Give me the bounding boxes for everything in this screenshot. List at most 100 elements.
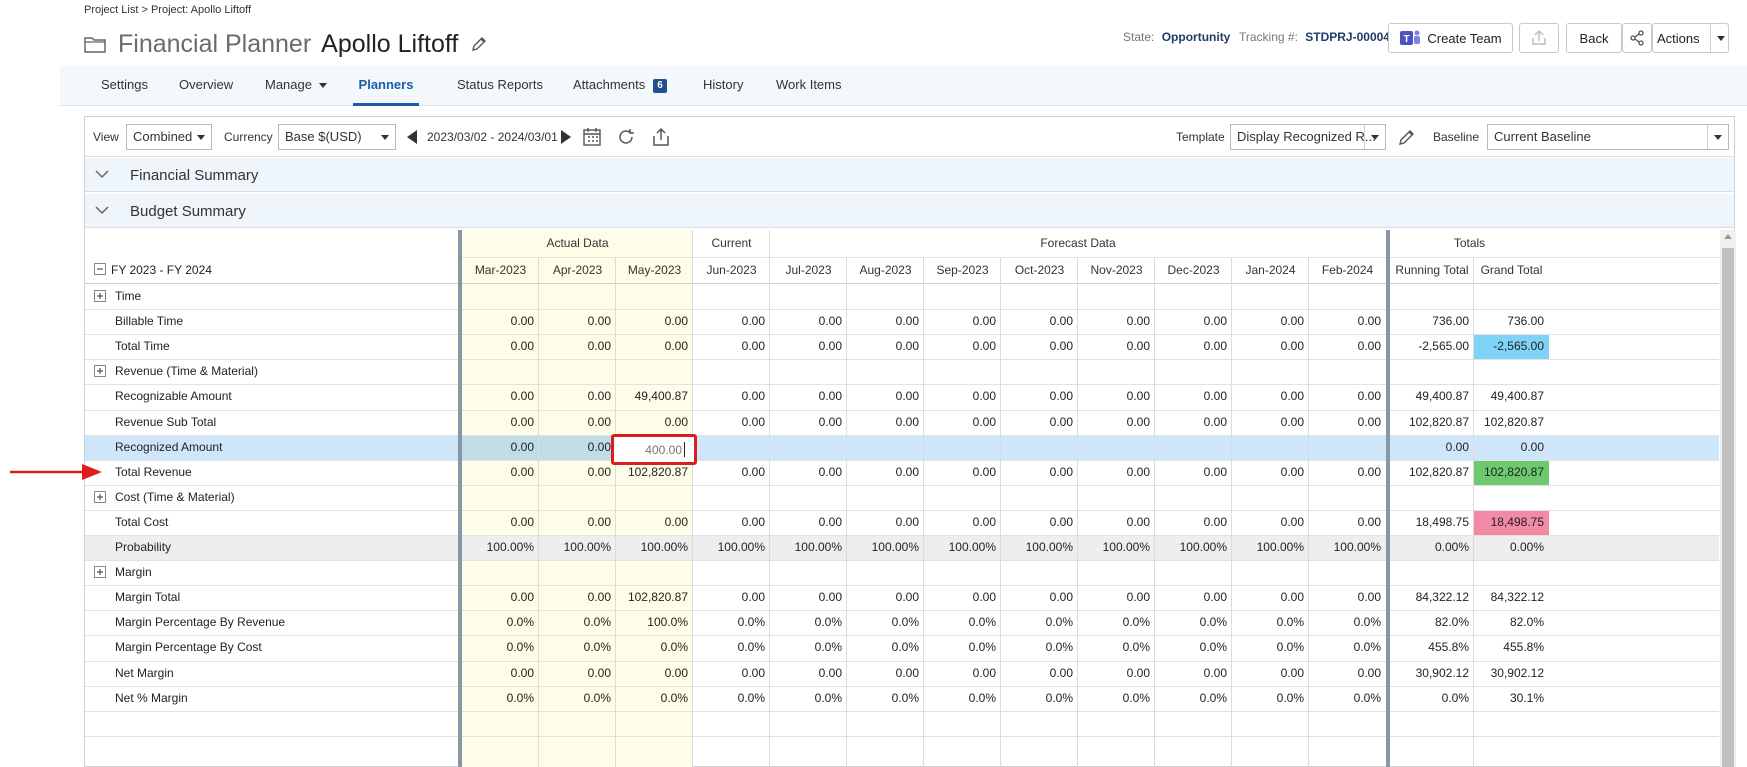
month-header[interactable]: Jul-2023 [770,257,847,284]
grid-cell[interactable]: 0.0% [770,691,842,705]
grid-cell[interactable]: 0.0% [462,640,534,654]
grid-cell[interactable]: 0.00 [539,314,611,328]
grid-cell[interactable]: 0.00 [539,339,611,353]
link-button[interactable] [1622,23,1652,53]
baseline-select[interactable]: Current Baseline [1487,124,1729,150]
grid-cell[interactable]: 0.00 [462,389,534,403]
grid-cell[interactable]: 0.0% [1155,640,1227,654]
grid-cell[interactable]: 0.00 [616,339,688,353]
share-button[interactable] [1519,23,1559,53]
grid-cell[interactable]: 0.00 [1078,415,1150,429]
grid-cell[interactable]: 0.0% [924,691,996,705]
tab-settings[interactable]: Settings [101,66,148,106]
grid-cell[interactable]: 0.00 [693,465,765,479]
pencil-icon[interactable] [1396,126,1418,148]
grid-cell[interactable]: 0.00 [924,415,996,429]
grid-cell[interactable]: 0.00 [1078,339,1150,353]
row-group-label[interactable]: Margin [115,565,152,579]
grid-cell[interactable]: 100.00% [693,540,765,554]
grid-cell[interactable]: 100.00% [462,540,534,554]
grid-cell[interactable]: 100.00% [770,540,842,554]
running-total-header[interactable]: Running Total [1390,257,1474,284]
grid-cell[interactable]: 0.0% [1155,615,1227,629]
grid-cell[interactable]: 0.00 [770,515,842,529]
grid-cell[interactable]: 0.0% [924,640,996,654]
grid-cell[interactable]: 0.00 [847,339,919,353]
grid-cell[interactable]: 0.0% [462,691,534,705]
grid-cell[interactable]: 0.00 [539,415,611,429]
grid-cell[interactable]: 0.0% [1078,615,1150,629]
grid-cell[interactable]: 0.00 [1232,666,1304,680]
refresh-icon[interactable] [615,126,637,148]
grid-cell[interactable]: 0.0% [1232,691,1304,705]
grid-cell[interactable]: 0.0% [1078,640,1150,654]
grid-cell[interactable]: 0.00 [1309,339,1381,353]
grid-cell[interactable]: 0.00 [924,314,996,328]
month-header[interactable]: Apr-2023 [539,257,616,284]
grid-cell[interactable]: 0.00 [847,465,919,479]
expand-icon[interactable] [94,490,106,503]
grid-cell[interactable]: 0.0% [847,691,919,705]
grid-cell[interactable]: 0.0% [1309,691,1381,705]
grid-cell[interactable]: 0.00 [1232,389,1304,403]
grid-cell[interactable]: 0.00 [1078,389,1150,403]
grid-cell[interactable]: 0.00 [1155,515,1227,529]
grid-cell[interactable]: 0.00 [1309,590,1381,604]
row-group-label[interactable]: Revenue (Time & Material) [115,364,258,378]
grid-cell[interactable]: 100.00% [1155,540,1227,554]
grid-cell[interactable]: 0.00 [616,415,688,429]
row-group-label[interactable]: Time [115,289,141,303]
grid-cell[interactable]: 0.00 [693,590,765,604]
vertical-scrollbar[interactable] [1720,230,1736,767]
grid-cell[interactable]: 0.0% [770,615,842,629]
month-header[interactable]: Feb-2024 [1309,257,1386,284]
grid-cell[interactable]: 0.00 [693,415,765,429]
grid-cell[interactable]: 0.00 [616,666,688,680]
expand-icon[interactable] [94,365,106,378]
grid-cell[interactable]: 0.00 [693,339,765,353]
grid-cell[interactable]: 0.00 [539,389,611,403]
grid-cell[interactable]: 0.00 [462,590,534,604]
grid-cell[interactable]: 0.00 [847,389,919,403]
tab-manage[interactable]: Manage [265,66,327,106]
grid-cell[interactable]: 0.0% [1309,640,1381,654]
grid-cell[interactable]: 49,400.87 [616,389,688,403]
breadcrumb[interactable]: Project List > Project: Apollo Liftoff [84,4,251,16]
grid-cell[interactable]: 0.00 [693,389,765,403]
month-header[interactable]: May-2023 [616,257,693,284]
collapse-icon[interactable] [94,263,106,275]
grid-cell[interactable]: 0.00 [770,415,842,429]
grid-cell[interactable]: 0.00 [1155,590,1227,604]
scroll-up-icon[interactable] [1724,234,1732,239]
grid-cell[interactable]: 0.00 [1309,314,1381,328]
grid-cell[interactable]: 0.00 [924,389,996,403]
grid-cell[interactable]: 0.00 [1001,314,1073,328]
grid-cell[interactable]: 0.00 [1155,339,1227,353]
grid-cell[interactable]: 100.00% [616,540,688,554]
grid-cell[interactable]: 0.00 [847,314,919,328]
grid-cell[interactable]: 0.00 [1001,666,1073,680]
grid-cell[interactable]: 102,820.87 [616,590,688,604]
grid-cell[interactable]: 0.0% [616,640,688,654]
grid-cell[interactable]: 0.0% [847,615,919,629]
create-team-button[interactable]: T Create Team [1388,23,1513,53]
grid-cell[interactable]: 0.0% [1001,615,1073,629]
grid-cell[interactable]: 0.00 [693,515,765,529]
tab-history[interactable]: History [703,66,743,106]
grid-cell[interactable]: 0.00 [1001,339,1073,353]
grid-cell[interactable]: 0.00 [462,339,534,353]
grid-cell[interactable]: 0.00 [1232,515,1304,529]
month-header[interactable]: Jan-2024 [1232,257,1309,284]
grid-cell[interactable]: 0.0% [539,640,611,654]
grid-cell[interactable]: 0.00 [924,590,996,604]
grid-cell[interactable]: 0.00 [924,339,996,353]
grid-cell[interactable]: 0.00 [847,590,919,604]
grid-cell[interactable]: 0.00 [770,590,842,604]
grid-cell[interactable]: 100.00% [924,540,996,554]
grid-cell[interactable]: 100.00% [1078,540,1150,554]
grid-cell[interactable]: 100.00% [1001,540,1073,554]
grid-cell[interactable]: 0.00 [1232,314,1304,328]
expand-icon[interactable] [94,566,106,579]
grid-cell[interactable]: 0.00 [924,515,996,529]
grid-cell[interactable]: 0.00 [1078,515,1150,529]
